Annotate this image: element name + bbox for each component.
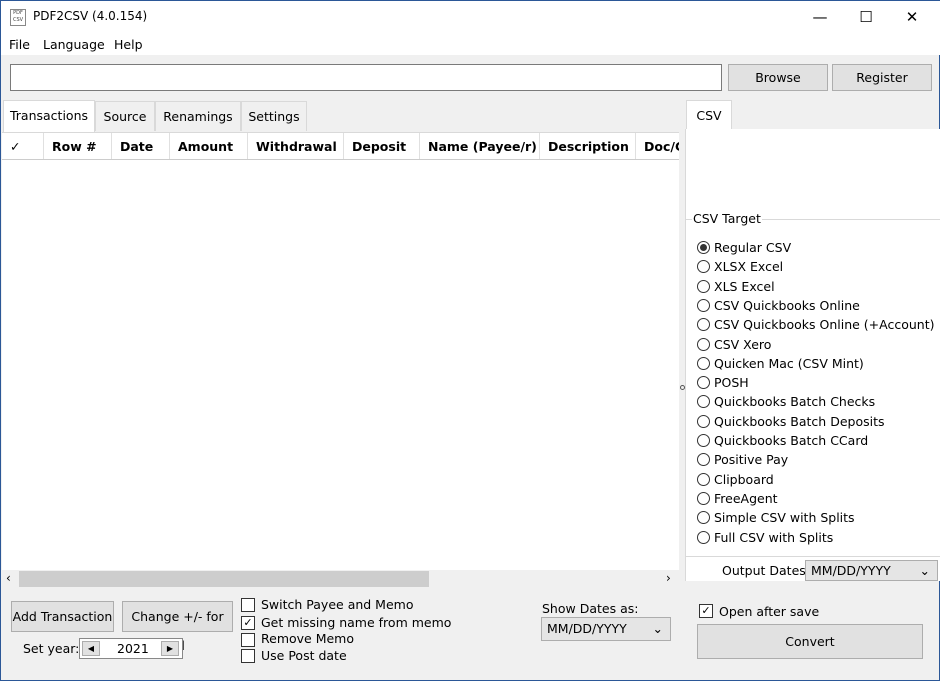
app-icon: PDF CSV [10, 9, 26, 26]
target-label[interactable]: Quickbooks Batch CCard [714, 433, 868, 448]
register-button[interactable]: Register [832, 64, 932, 91]
title-bar: PDF CSV PDF2CSV (4.0.154) — ☐ ✕ [1, 1, 940, 33]
target-radio[interactable] [697, 298, 710, 312]
browse-button[interactable]: Browse [728, 64, 828, 91]
target-radio[interactable] [697, 453, 710, 467]
target-label[interactable]: Regular CSV [714, 240, 791, 255]
target-label[interactable]: CSV Quickbooks Online (+Account) [714, 317, 934, 332]
file-path-input[interactable] [10, 64, 722, 91]
show-dates-select[interactable]: MM/DD/YYYY ⌄ [541, 617, 671, 641]
open-after-save-checkbox[interactable]: ✓ [699, 604, 713, 618]
switch-payee-label: Switch Payee and Memo [261, 597, 414, 612]
target-label[interactable]: CSV Xero [714, 337, 771, 352]
show-dates-label: Show Dates as: [542, 601, 639, 616]
csv-target-label: CSV Target [692, 211, 762, 226]
csv-panel: CSV Target Regular CSV XLSX Excel XLS Exce… [685, 129, 940, 581]
output-dates-select[interactable]: MM/DD/YYYY ⌄ [805, 560, 938, 581]
menu-file[interactable]: File [9, 37, 30, 52]
use-post-date-label: Use Post date [261, 648, 347, 663]
maximize-button[interactable]: ☐ [843, 1, 889, 33]
transactions-grid[interactable]: ✓ Row # Date Amount Withdrawal Deposit N… [2, 132, 679, 570]
tab-renamings[interactable]: Renamings [155, 101, 241, 131]
get-missing-name-checkbox[interactable]: ✓ [241, 616, 255, 630]
year-stepper[interactable]: ◀ 2021 ▶ [79, 638, 183, 659]
use-post-date-checkbox[interactable] [241, 649, 255, 663]
set-year-label: Set year: [23, 641, 80, 656]
window-title: PDF2CSV (4.0.154) [33, 9, 148, 23]
target-radio[interactable] [697, 511, 710, 525]
target-label[interactable]: XLS Excel [714, 279, 775, 294]
app-window: PDF CSV PDF2CSV (4.0.154) — ☐ ✕ File Lang… [0, 0, 940, 681]
target-label[interactable]: Clipboard [714, 472, 774, 487]
menu-help[interactable]: Help [114, 37, 143, 52]
column-description[interactable]: Description [540, 133, 636, 159]
menu-bar: File Language Help [1, 33, 940, 55]
horizontal-scrollbar[interactable]: ‹ › [2, 570, 679, 588]
tab-transactions[interactable]: Transactions [3, 100, 95, 132]
convert-button[interactable]: Convert [697, 624, 923, 659]
close-button[interactable]: ✕ [889, 1, 935, 33]
change-sign-button[interactable]: Change +/- for all [122, 601, 233, 653]
chevron-down-icon: ⌄ [652, 621, 663, 636]
column-check[interactable]: ✓ [2, 133, 44, 159]
target-radio[interactable] [697, 318, 710, 332]
target-label[interactable]: FreeAgent [714, 491, 778, 506]
tab-source[interactable]: Source [95, 101, 155, 131]
output-dates-value: MM/DD/YYYY [811, 563, 891, 578]
tab-csv[interactable]: CSV [686, 100, 732, 130]
open-after-save-label: Open after save [719, 604, 820, 619]
get-missing-name-label: Get missing name from memo [261, 615, 452, 630]
target-label[interactable]: Quicken Mac (CSV Mint) [714, 356, 864, 371]
column-doc[interactable]: Doc/C [636, 133, 679, 159]
menu-language[interactable]: Language [43, 37, 105, 52]
scrollbar-thumb[interactable] [19, 571, 429, 587]
column-row[interactable]: Row # [44, 133, 112, 159]
year-value[interactable]: 2021 [117, 641, 149, 656]
minimize-button[interactable]: — [797, 1, 843, 33]
chevron-down-icon: ⌄ [919, 563, 930, 578]
output-dates-label: Output Dates: [722, 563, 810, 578]
column-withdrawal[interactable]: Withdrawal [248, 133, 344, 159]
target-radio[interactable] [697, 530, 710, 544]
column-date[interactable]: Date [112, 133, 170, 159]
column-deposit[interactable]: Deposit [344, 133, 420, 159]
target-radio[interactable] [697, 414, 710, 428]
target-label[interactable]: Quickbooks Batch Deposits [714, 414, 885, 429]
target-radio[interactable] [697, 491, 710, 505]
csv-target-group: CSV Target Regular CSV XLSX Excel XLS Exce… [686, 211, 940, 557]
scroll-right-icon[interactable]: › [666, 571, 671, 585]
target-radio[interactable] [697, 434, 710, 447]
remove-memo-checkbox[interactable] [241, 633, 255, 647]
target-radio[interactable] [697, 376, 710, 390]
year-next-icon[interactable]: ▶ [161, 641, 179, 656]
column-amount[interactable]: Amount [170, 133, 248, 159]
target-radio[interactable] [697, 395, 710, 409]
scroll-left-icon[interactable]: ‹ [6, 571, 11, 585]
target-radio[interactable] [697, 337, 710, 351]
show-dates-value: MM/DD/YYYY [547, 621, 627, 636]
switch-payee-checkbox[interactable] [241, 598, 255, 612]
target-label[interactable]: Positive Pay [714, 452, 788, 467]
target-label[interactable]: Simple CSV with Splits [714, 510, 855, 525]
tab-settings[interactable]: Settings [241, 101, 307, 131]
column-name[interactable]: Name (Payee/r) [420, 133, 540, 159]
target-radio[interactable] [697, 241, 710, 254]
year-prev-icon[interactable]: ◀ [82, 641, 100, 656]
target-radio[interactable] [697, 260, 710, 274]
target-label[interactable]: Quickbooks Batch Checks [714, 394, 875, 409]
target-label[interactable]: CSV Quickbooks Online [714, 298, 860, 313]
add-transaction-button[interactable]: Add Transaction [11, 601, 114, 632]
target-label[interactable]: Full CSV with Splits [714, 530, 833, 545]
target-label[interactable]: POSH [714, 375, 749, 390]
target-label[interactable]: XLSX Excel [714, 259, 783, 274]
grid-header: ✓ Row # Date Amount Withdrawal Deposit N… [2, 133, 679, 160]
remove-memo-label: Remove Memo [261, 631, 354, 646]
target-radio[interactable] [697, 472, 710, 486]
target-radio[interactable] [697, 279, 710, 293]
target-radio[interactable] [697, 356, 710, 370]
